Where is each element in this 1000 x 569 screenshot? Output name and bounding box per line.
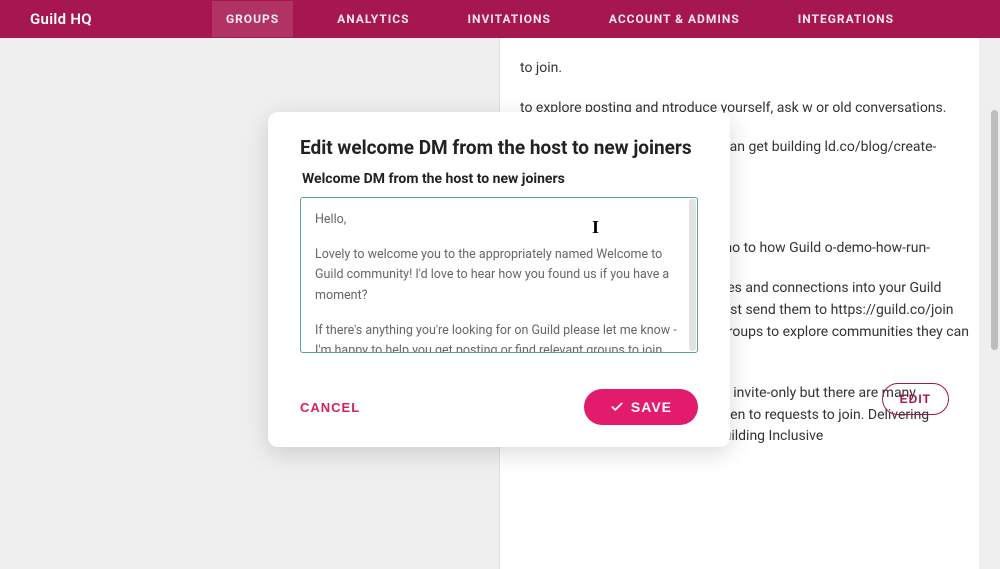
page-scrollbar[interactable] — [991, 110, 998, 350]
nav-invitations[interactable]: INVITATIONS — [453, 1, 564, 37]
modal-title: Edit welcome DM from the host to new joi… — [300, 136, 698, 159]
nav-tabs: GROUPS ANALYTICS INVITATIONS ACCOUNT & A… — [212, 1, 908, 37]
textarea-line: If there's anything you're looking for o… — [315, 321, 683, 354]
textarea-line: Hello, — [315, 210, 683, 231]
nav-account-admins[interactable]: ACCOUNT & ADMINS — [595, 1, 754, 37]
modal-actions: CANCEL SAVE — [300, 389, 698, 425]
textarea-scrollbar[interactable] — [689, 199, 696, 351]
body-text: to join. — [520, 58, 969, 80]
check-icon — [610, 400, 624, 414]
welcome-dm-textarea[interactable]: Hello, Lovely to welcome you to the appr… — [300, 197, 698, 353]
edit-button[interactable]: EDIT — [882, 383, 949, 415]
brand-title: Guild HQ — [30, 10, 92, 28]
edit-welcome-dm-modal: Edit welcome DM from the host to new joi… — [268, 112, 730, 447]
nav-analytics[interactable]: ANALYTICS — [323, 1, 423, 37]
save-button-label: SAVE — [631, 399, 672, 415]
top-nav: Guild HQ GROUPS ANALYTICS INVITATIONS AC… — [0, 0, 1000, 38]
modal-field-label: Welcome DM from the host to new joiners — [302, 171, 698, 187]
nav-groups[interactable]: GROUPS — [212, 1, 293, 37]
save-button[interactable]: SAVE — [584, 389, 698, 425]
textarea-line: Lovely to welcome you to the appropriate… — [315, 245, 683, 307]
cancel-button[interactable]: CANCEL — [300, 400, 360, 415]
nav-integrations[interactable]: INTEGRATIONS — [784, 1, 908, 37]
